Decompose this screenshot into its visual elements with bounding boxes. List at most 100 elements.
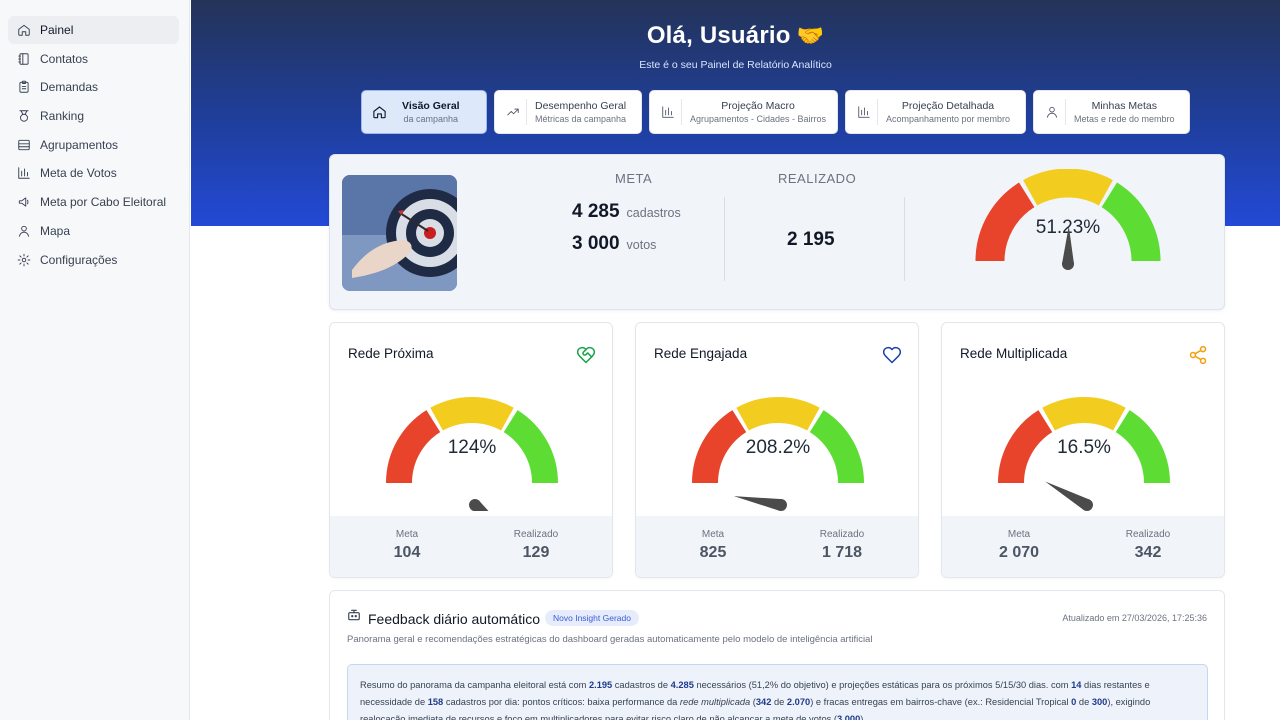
tab-bar: Visão Geral da campanha Desempenho Geral M… xyxy=(361,90,1190,134)
network-gauge: 208.2% xyxy=(692,397,864,511)
card-title: Rede Engajada xyxy=(654,346,748,361)
tab-projecao-macro[interactable]: Projeção Macro Agrupamentos - Cidades - B… xyxy=(649,90,838,134)
contacts-book-icon xyxy=(17,52,31,66)
gauge-needle-hub xyxy=(1081,499,1093,511)
meta-cadastros-value: 4 285 xyxy=(572,201,620,222)
realizado-value: 1 718 xyxy=(821,544,863,561)
meta-cadastros-unit: cadastros xyxy=(626,206,681,220)
tab-minhas-metas[interactable]: Minhas Metas Metas e rede do membro xyxy=(1033,90,1190,134)
feedback-text-segment: de xyxy=(771,697,787,707)
meta-cadastros: 4 285 cadastros xyxy=(572,201,681,223)
feedback-text-segment: necessários (51,2% do objetivo) e projeç… xyxy=(693,680,1072,690)
tab-visao-geral[interactable]: Visão Geral da campanha xyxy=(361,90,487,134)
sidebar-item-label: Contatos xyxy=(40,51,89,66)
gauge-segment-red xyxy=(692,410,747,484)
gauge-segment-yellow xyxy=(736,397,820,431)
heart-handshake-icon[interactable] xyxy=(576,345,596,365)
tab-subtitle: Metas e rede do membro xyxy=(1074,114,1175,124)
realizado-label: Realizado xyxy=(513,529,559,540)
gauge-percent-label: 16.5% xyxy=(1057,437,1111,458)
sidebar-item-label: Ranking xyxy=(40,109,85,124)
gauge-needle-hub xyxy=(1062,258,1074,270)
sidebar-item-label: Demandas xyxy=(40,80,99,95)
feedback-text-segment: 2.070 xyxy=(786,697,811,707)
tab-projecao-detalhada[interactable]: Projeção Detalhada Acompanhamento por mem… xyxy=(845,90,1026,134)
share-icon[interactable] xyxy=(1188,345,1208,365)
gauge-segment-red xyxy=(998,410,1053,484)
campaign-target-image xyxy=(342,175,457,291)
sidebar-item-mapa[interactable]: Mapa xyxy=(8,217,179,245)
home-icon xyxy=(17,23,31,37)
feedback-text-segment: de xyxy=(1076,697,1092,707)
feedback-text-segment: 158 xyxy=(427,697,444,707)
sidebar: Painel Contatos Demandas Ranking Agrupam… xyxy=(0,0,190,720)
sidebar-item-agrupamentos[interactable]: Agrupamentos xyxy=(8,131,179,159)
feedback-text-segment: 4.285 xyxy=(670,680,694,690)
map-pin-icon xyxy=(17,224,31,238)
gauge-segment-yellow xyxy=(1023,169,1113,206)
feedback-text-segment: Resumo do panorama da campanha eleitoral… xyxy=(360,680,589,690)
realizado-value: 129 xyxy=(522,544,550,561)
feedback-text-segment: cadastros por dia: pontos críticos: baix… xyxy=(443,697,680,707)
sidebar-item-ranking[interactable]: Ranking xyxy=(8,102,179,130)
trending-up-icon xyxy=(505,99,527,125)
handshake-icon: 🤝 xyxy=(796,23,825,48)
page-title: Olá, Usuário 🤝 xyxy=(191,22,1280,50)
feedback-text-segment: cadastros de xyxy=(612,680,671,690)
sidebar-item-label: Agrupamentos xyxy=(40,137,119,152)
gauge-needle-hub xyxy=(775,499,787,511)
tab-title: Projeção Macro xyxy=(721,100,795,112)
network-gauge: 16.5% xyxy=(998,397,1170,511)
feedback-text-segment: 3.000 xyxy=(836,714,861,720)
sidebar-item-contatos[interactable]: Contatos xyxy=(8,45,179,73)
card-footer: Meta 2 070 Realizado 342 xyxy=(942,516,1224,577)
tab-subtitle: Agrupamentos - Cidades - Bairros xyxy=(690,114,827,124)
gauge-segment-green xyxy=(809,410,864,484)
meta-votos: 3 000 votos xyxy=(572,233,656,255)
tab-title: Minhas Metas xyxy=(1091,100,1157,112)
feedback-text-segment: 342 xyxy=(755,697,772,707)
realizado-value: 2 195 xyxy=(787,229,835,250)
user-icon xyxy=(1044,99,1066,125)
megaphone-icon xyxy=(17,195,31,209)
card-title: Rede Próxima xyxy=(348,346,434,361)
realizado-label: REALIZADO xyxy=(778,171,857,186)
realizado-label: Realizado xyxy=(819,529,865,540)
feedback-summary-text: Resumo do panorama da campanha eleitoral… xyxy=(347,664,1208,720)
feedback-text-segment: rede multiplicada xyxy=(679,697,751,707)
gauge-segment-red xyxy=(975,182,1035,262)
realizado-value: 342 xyxy=(1134,544,1162,561)
gauge-segment-green xyxy=(1115,410,1170,484)
card-footer: Meta 825 Realizado 1 718 xyxy=(636,516,918,577)
sidebar-item-label: Painel xyxy=(40,23,74,37)
meta-value: 825 xyxy=(699,544,727,561)
divider xyxy=(904,197,905,281)
card-footer: Meta 104 Realizado 129 xyxy=(330,516,612,577)
sidebar-item-configuracoes[interactable]: Configurações xyxy=(8,246,179,274)
sidebar-item-meta-por-cabo[interactable]: Meta por Cabo Eleitoral xyxy=(8,188,179,216)
feedback-text-segment: 2.195 xyxy=(588,680,613,690)
gauge-needle xyxy=(733,496,783,511)
layers-icon xyxy=(17,138,31,152)
heart-icon[interactable] xyxy=(882,345,902,365)
overall-gauge: 51.23% xyxy=(975,169,1161,270)
bot-icon xyxy=(348,609,360,621)
tab-desempenho-geral[interactable]: Desempenho Geral Métricas da campanha xyxy=(494,90,642,134)
sidebar-item-label: Configurações xyxy=(40,252,118,267)
gauge-percent-label: 124% xyxy=(448,437,497,458)
greeting-text: Olá, Usuário xyxy=(646,22,791,49)
bar-chart-icon xyxy=(17,166,31,180)
gauge-segment-green xyxy=(1101,182,1161,262)
page-subtitle: Este é o seu Painel de Relatório Analíti… xyxy=(639,59,832,71)
updated-timestamp: Atualizado em 27/03/2026, 17:25:36 xyxy=(1062,613,1207,623)
card-title: Rede Multiplicada xyxy=(960,346,1068,361)
meta-votos-value: 3 000 xyxy=(572,233,620,254)
bar-chart-icon xyxy=(660,99,682,125)
gauge-percent-label: 208.2% xyxy=(746,437,811,458)
sidebar-item-label: Mapa xyxy=(40,223,71,238)
sidebar-item-demandas[interactable]: Demandas xyxy=(8,73,179,101)
sidebar-item-painel[interactable]: Painel xyxy=(8,16,179,44)
realizado-label: Realizado xyxy=(1125,529,1171,540)
gear-icon xyxy=(17,253,31,267)
sidebar-item-meta-de-votos[interactable]: Meta de Votos xyxy=(8,159,179,187)
